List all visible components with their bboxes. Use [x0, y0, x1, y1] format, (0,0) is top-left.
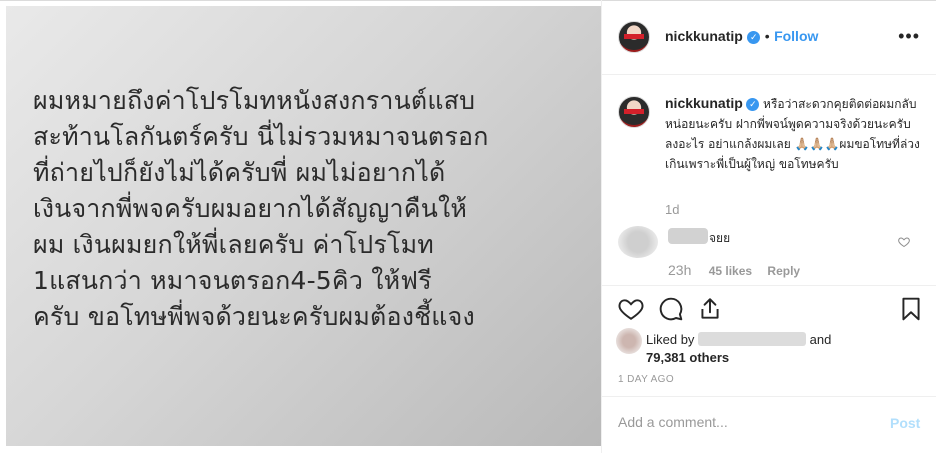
caption-time[interactable]: 1d [665, 202, 679, 217]
post-image-text: ผมหมายถึงค่าโปรโมทหนังสงกรานต์แสบ สะท้าน… [33, 86, 489, 331]
avatar-headband [624, 34, 644, 39]
author-avatar[interactable] [618, 21, 650, 53]
more-options-icon[interactable]: ••• [898, 26, 920, 47]
save-bookmark-icon[interactable] [898, 296, 924, 322]
share-arrow-icon [701, 298, 719, 319]
follow-button[interactable]: Follow [774, 28, 818, 44]
add-comment-input[interactable] [618, 414, 868, 430]
header-username[interactable]: nickkunatip [665, 28, 743, 44]
comment-bubble-icon[interactable] [658, 296, 684, 322]
header-separator: • [764, 28, 770, 44]
others-count[interactable]: 79,381 others [646, 350, 729, 365]
liked-by-line: Liked by and 79,381 others [646, 331, 831, 367]
post-timestamp[interactable]: 1 DAY AGO [618, 374, 674, 385]
heart-outline-icon [898, 237, 910, 248]
comment-likes[interactable]: 45 likes [709, 264, 752, 278]
post-header: nickkunatip ✓ • Follow ••• [602, 0, 936, 75]
header-user-line: nickkunatip ✓ • Follow [665, 28, 818, 46]
verified-icon: ✓ [746, 98, 760, 111]
actions-divider [602, 285, 936, 286]
caption-username[interactable]: nickkunatip [665, 95, 743, 111]
comment-text: จยย [709, 231, 731, 245]
share-icon[interactable] [697, 296, 723, 322]
caption-avatar[interactable] [618, 96, 650, 128]
post-comment-button[interactable]: Post [890, 415, 920, 431]
comment-like-heart-icon[interactable] [898, 236, 910, 248]
reply-button[interactable]: Reply [767, 264, 800, 278]
commenter-username-blurred[interactable] [668, 228, 708, 244]
liked-by-label: Liked by [646, 332, 695, 347]
comment-meta: 23h 45 likes Reply [668, 262, 800, 278]
caption-text-block: nickkunatip ✓ หรือว่าสะดวกคุยติดต่อผมกลั… [665, 94, 925, 174]
and-label: and [809, 332, 832, 347]
post-image[interactable]: ผมหมายถึงค่าโปรโมทหนังสงกรานต์แสบ สะท้าน… [6, 6, 601, 446]
speech-bubble-icon [659, 297, 683, 321]
liked-by-username-blurred[interactable] [698, 332, 807, 346]
liked-by-avatar[interactable] [616, 328, 642, 354]
heart-outline-icon [618, 299, 644, 320]
post-sidebar: nickkunatip ✓ • Follow ••• nickkunatip ✓… [602, 0, 936, 453]
like-heart-icon[interactable] [618, 296, 644, 322]
avatar-headband [624, 109, 644, 114]
verified-icon: ✓ [747, 31, 761, 44]
commenter-avatar[interactable] [618, 226, 658, 258]
comment-time[interactable]: 23h [668, 262, 691, 278]
bookmark-icon [902, 297, 920, 321]
